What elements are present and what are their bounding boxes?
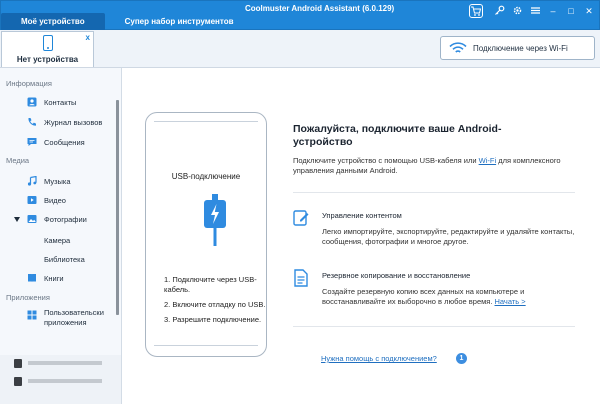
phone-call-icon: [28, 118, 36, 126]
apps-grid-icon: [27, 310, 37, 320]
main-panel: USB-подключение 1. Подключите через USB-…: [122, 68, 600, 404]
sidebar-item-label: Пользовательски: [44, 308, 104, 317]
close-device-icon[interactable]: x: [86, 33, 90, 42]
connect-description: Подключите устройство с помощью USB-кабе…: [293, 156, 583, 176]
message-icon: [27, 138, 37, 146]
music-icon: [27, 176, 37, 186]
device-tab-label: Нет устройства: [16, 55, 79, 64]
phone-icon: [43, 35, 53, 51]
sidebar: Информация Контакты Журнал вызовов Сообщ…: [0, 68, 122, 355]
sidebar-item-label: Музыка: [44, 176, 71, 186]
sidebar-item-label: приложения: [44, 318, 87, 327]
wifi-icon: [449, 42, 467, 53]
video-icon: [27, 196, 37, 204]
key-icon[interactable]: [493, 5, 505, 17]
window-controls: – □ ✕: [469, 4, 595, 18]
phone-storage-icon: [14, 358, 22, 368]
section-apps: Приложения: [6, 293, 50, 302]
feature-title: Резервное копирование и восстановление: [322, 271, 471, 280]
sidebar-item-label: Видео: [44, 195, 66, 205]
sidebar-item-camera[interactable]: Камера: [0, 231, 116, 249]
storage-bar: [28, 361, 102, 365]
close-button[interactable]: ✕: [583, 5, 595, 17]
sidebar-item-music[interactable]: Музыка: [0, 172, 116, 190]
wifi-connect-button[interactable]: Подключение через Wi-Fi: [440, 36, 595, 60]
internal-storage: [14, 358, 102, 368]
wifi-link[interactable]: Wi-Fi: [479, 156, 497, 165]
feature-description: Легко импортируйте, экспортируйте, редак…: [322, 227, 575, 246]
sidebar-scrollbar[interactable]: [116, 100, 119, 315]
phone-illustration: USB-подключение 1. Подключите через USB-…: [145, 112, 267, 357]
step-2: 2. Включите отладку по USB.: [164, 300, 266, 309]
help-badge: 1: [456, 353, 467, 364]
divider: [293, 192, 575, 193]
step-3: 3. Разрешите подключение.: [164, 315, 262, 324]
sidebar-item-calls[interactable]: Журнал вызовов: [0, 113, 116, 131]
sidebar-item-photos[interactable]: Фотографии: [0, 210, 116, 228]
sd-storage: [14, 376, 102, 386]
wifi-button-label: Подключение через Wi-Fi: [473, 43, 568, 53]
device-tab[interactable]: x Нет устройства: [1, 31, 94, 67]
sidebar-item-video[interactable]: Видео: [0, 191, 116, 209]
sidebar-item-books[interactable]: Книги: [0, 269, 116, 287]
sidebar-item-label: Камера: [44, 235, 71, 245]
storage-bar: [28, 379, 102, 383]
photo-icon: [27, 215, 37, 223]
sidebar-item-label: Журнал вызовов: [44, 117, 103, 127]
sidebar-item-label: Книги: [44, 273, 64, 283]
sidebar-item-label: Фотографии: [44, 214, 87, 224]
gear-icon[interactable]: [511, 5, 523, 17]
page-title: Пожалуйста, подключите ваше Android-устр…: [293, 123, 502, 148]
help-link[interactable]: Нужна помощь с подключением?: [321, 354, 437, 363]
desc-text: Подключите устройство с помощью USB-кабе…: [293, 156, 479, 165]
step-1: 1. Подключите через USB-кабель.: [164, 275, 257, 294]
scrollbar-thumb[interactable]: [116, 100, 119, 315]
section-info: Информация: [6, 79, 52, 88]
expand-arrow-icon[interactable]: [14, 216, 20, 222]
feature-description: Создайте резервную копию всех данных на …: [322, 287, 577, 307]
storage-panel: [0, 355, 122, 404]
tab-my-device[interactable]: Моё устройство: [1, 13, 105, 31]
section-media: Медиа: [6, 156, 30, 165]
usb-title: USB-подключение: [171, 172, 241, 181]
phone-screen: USB-подключение 1. Подключите через USB-…: [154, 121, 265, 346]
app-title: Coolmuster Android Assistant (6.0.129): [245, 4, 395, 13]
sidebar-item-label: Сообщения: [44, 137, 85, 147]
tab-toolkit[interactable]: Супер набор инструментов: [105, 13, 254, 31]
usb-cable-icon: [204, 194, 226, 246]
device-bar: x Нет устройства Подключение через Wi-Fi: [0, 30, 600, 68]
book-icon: [28, 274, 36, 282]
sidebar-item-library[interactable]: Библиотека: [0, 250, 116, 268]
menu-icon[interactable]: [529, 5, 541, 17]
feature-title: Управление контентом: [322, 211, 402, 220]
main-tabs: Моё устройство Супер набор инструментов: [1, 13, 254, 31]
start-link[interactable]: Начать >: [495, 297, 526, 306]
cart-icon[interactable]: [469, 4, 483, 18]
document-icon: [294, 269, 308, 287]
sidebar-item-label: Библиотека: [44, 254, 85, 264]
sidebar-item-messages[interactable]: Сообщения: [0, 133, 116, 151]
title-bar: Моё устройство Супер набор инструментов …: [0, 0, 600, 31]
contacts-icon: [27, 97, 37, 107]
minimize-button[interactable]: –: [547, 5, 559, 17]
sd-card-icon: [14, 376, 22, 386]
sidebar-item-contacts[interactable]: Контакты: [0, 93, 116, 111]
divider: [293, 326, 575, 327]
connection-steps: 1. Подключите через USB-кабель. 2. Включ…: [164, 275, 274, 330]
maximize-button[interactable]: □: [565, 5, 577, 17]
edit-icon: [293, 210, 309, 226]
sidebar-item-label: Контакты: [44, 97, 77, 107]
sidebar-item-apps[interactable]: Пользовательски приложения: [0, 308, 116, 330]
